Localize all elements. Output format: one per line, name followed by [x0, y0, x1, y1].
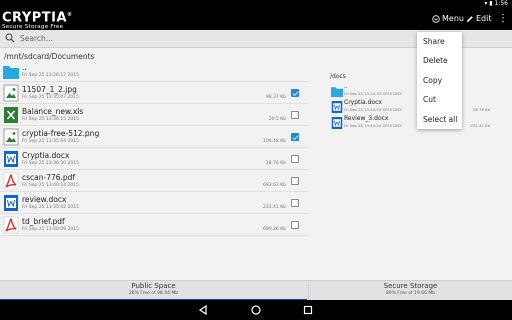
file-checkbox[interactable] [291, 199, 299, 207]
file-row[interactable]: cryptia-free-512.png Fri Sep 25 13:35:54 … [0, 126, 308, 148]
tab-public-title: Public Space [131, 282, 176, 290]
file-checkbox[interactable] [291, 155, 299, 163]
bottom-tabs: Public Space 26% Free of 98.44 Mb Secure… [0, 280, 512, 301]
file-size: 20.5 Kb [268, 117, 286, 122]
pdf-file-icon [3, 172, 19, 190]
file-name: .. [22, 63, 27, 72]
file-name: Cryptia.docx [344, 99, 382, 106]
menu-item-share[interactable]: Share [417, 32, 462, 51]
overflow-menu-icon[interactable]: ⋮ [498, 13, 508, 24]
file-name: td_brief.pdf [22, 217, 65, 226]
wifi-icon: ▾ [484, 0, 488, 7]
battery-icon: ▮ [489, 0, 493, 7]
file-date: Fri Sep 25 13:36:30 2015 [22, 161, 79, 166]
recents-icon[interactable] [302, 304, 314, 316]
navigation-bar [0, 300, 512, 320]
file-date: Fri Sep 25 13:40:09 2015 [22, 227, 79, 232]
tab-public-space[interactable]: Public Space 26% Free of 98.44 Mb [0, 281, 307, 301]
secure-file-row[interactable]: Cryptia.docx Fri Sep 25 13:44:19 2015 GMT… [328, 98, 498, 114]
search-input[interactable]: Search... [20, 34, 53, 43]
file-row[interactable]: 11507_1_2.jpg Fri Sep 25 13:35:07 2015 98.… [0, 82, 308, 104]
back-icon[interactable] [197, 304, 209, 316]
file-date: Fri Sep 25 13:35:42 2015 [22, 205, 79, 210]
status-right: ▾ ▮ 1:56 [484, 0, 508, 8]
menu-circle-icon [432, 14, 440, 23]
word-file-icon [3, 194, 19, 212]
file-row[interactable]: Balance_new.xls Fri Sep 25 13:36:15 2015 2… [0, 104, 308, 126]
image-file-icon [3, 128, 19, 146]
secure-file-row[interactable]: Review_3.docx Fri Sep 25 13:44:24 2015 GM… [328, 114, 498, 130]
file-size: 98.37 Kb [265, 95, 286, 100]
home-icon[interactable] [250, 304, 262, 316]
file-date: Fri Sep 25 13:35:07 2015 [22, 95, 79, 100]
menu-label: Menu [442, 14, 464, 23]
edit-label: Edit [476, 14, 492, 23]
file-row[interactable]: Cryptia.docx Fri Sep 25 13:36:30 2015 28.7… [0, 148, 308, 170]
file-row[interactable]: review.docx Fri Sep 25 13:35:42 2015 231.4… [0, 192, 308, 214]
folder-icon [3, 62, 19, 80]
file-row[interactable]: cscan-776.pdf Fri Sep 25 13:40:14 2015 683… [0, 170, 308, 192]
file-date: Fri Sep 25 13:36:15 2015 [22, 117, 79, 122]
file-row[interactable]: .. Fri Sep 25 13:28:17 2015 [0, 60, 308, 82]
file-name: cryptia-free-512.png [22, 129, 100, 138]
file-name: 11507_1_2.jpg [22, 85, 77, 94]
menu-item-select-all[interactable]: Select all [417, 110, 462, 129]
search-icon [5, 33, 15, 43]
file-date: Fri Sep 25 13:28:17 2015 [22, 73, 79, 78]
secure-file-row[interactable]: .. Fri Sep 25 13:24:45 2015 GMT [328, 82, 498, 98]
file-name: Balance_new.xls [22, 107, 84, 116]
file-name: review.docx [22, 195, 67, 204]
file-checkbox[interactable] [291, 221, 299, 229]
menu-button[interactable]: Menu [432, 14, 464, 23]
app-logo: CRYPTIA® Secure Storage Free [2, 9, 73, 30]
file-name: Review_3.docx [344, 115, 389, 122]
file-name: cscan-776.pdf [22, 173, 76, 182]
tab-public-subtitle: 26% Free of 98.44 Mb [128, 291, 179, 296]
menu-item-delete[interactable]: Delete [417, 51, 462, 70]
file-size: 699.26 Kb [263, 227, 286, 232]
word-file-icon [331, 99, 343, 113]
file-checkbox[interactable] [291, 111, 299, 119]
file-size: 683.63 Kb [263, 183, 286, 188]
file-date: Fri Sep 25 13:40:14 2015 [22, 183, 79, 188]
file-size: 106.48 Kb [263, 139, 286, 144]
file-name: .. [344, 83, 348, 90]
file-checkbox[interactable] [291, 133, 299, 141]
tab-secure-subtitle: 89% Free of 19.66 Mb [385, 291, 436, 296]
logo-registered: ® [67, 12, 73, 18]
pdf-file-icon [3, 216, 19, 234]
pencil-icon [467, 15, 473, 22]
status-time: 1:56 [494, 0, 508, 7]
file-size: 231.41 Kb [470, 123, 490, 128]
tab-secure-storage[interactable]: Secure Storage 89% Free of 19.66 Mb [308, 281, 512, 301]
menu-item-cut[interactable]: Cut [417, 90, 462, 109]
context-menu: Share Delete Copy Cut Select all [417, 32, 462, 129]
tab-secure-title: Secure Storage [383, 282, 438, 290]
word-file-icon [331, 115, 343, 129]
edit-button[interactable]: Edit [466, 14, 492, 23]
word-file-icon [3, 150, 19, 168]
menu-item-copy[interactable]: Copy [417, 71, 462, 90]
file-date: Fri Sep 25 13:44:19 2015 GMT [344, 107, 402, 112]
file-size: 28.76 Kb [473, 107, 490, 112]
excel-file-icon [3, 106, 19, 124]
folder-icon [331, 83, 343, 97]
logo-name: CRYPTIA [2, 10, 68, 26]
file-name: Cryptia.docx [22, 151, 70, 160]
file-date: Fri Sep 25 13:35:54 2015 [22, 139, 79, 144]
file-date: Fri Sep 25 13:44:24 2015 GMT [344, 123, 402, 128]
file-checkbox[interactable] [291, 177, 299, 185]
file-date: Fri Sep 25 13:24:45 2015 GMT [344, 91, 402, 96]
file-row[interactable]: td_brief.pdf Fri Sep 25 13:40:09 2015 699.… [0, 214, 308, 236]
status-bar: ▾ ▮ 1:56 [0, 0, 512, 8]
row-divider [0, 235, 308, 236]
file-checkbox[interactable] [291, 89, 299, 97]
file-size: 28.76 Kb [265, 161, 286, 166]
image-file-icon [3, 84, 19, 102]
file-size: 231.41 Kb [263, 205, 286, 210]
right-path: /docs [330, 73, 346, 80]
